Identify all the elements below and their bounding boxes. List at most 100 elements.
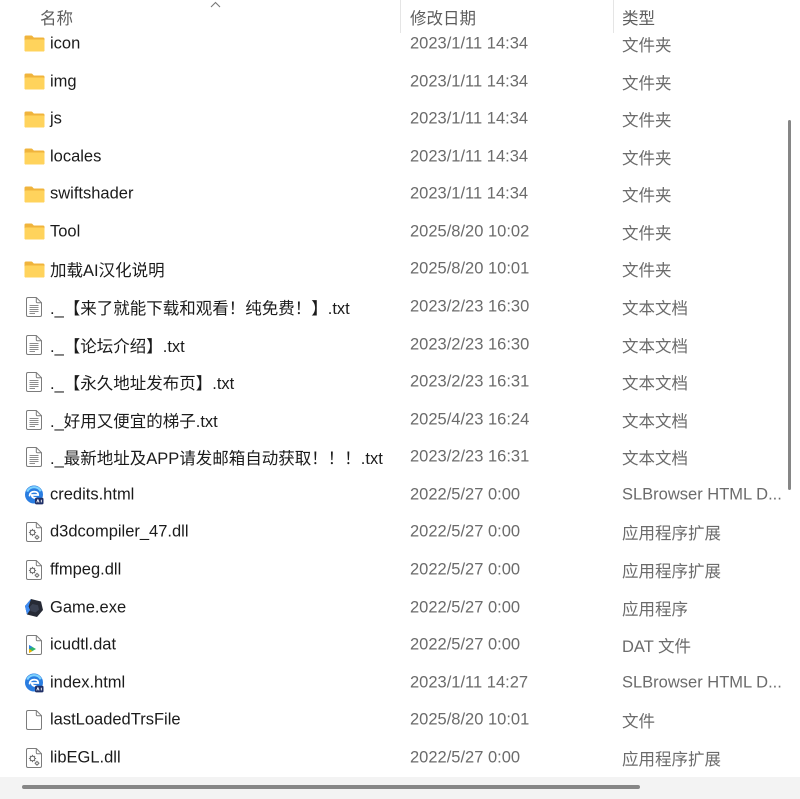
- file-name: ._【来了就能下载和观看！纯免费！】.txt: [50, 300, 350, 319]
- file-modified-date: 2023/1/11 14:27: [410, 673, 529, 692]
- slbrowser-icon: [23, 672, 45, 694]
- file-modified-date: 2025/8/20 10:01: [410, 710, 530, 729]
- file-name: img: [50, 72, 77, 91]
- file-modified-date: 2025/4/23 16:24: [410, 410, 530, 429]
- file-row[interactable]: 加载AI汉化说明 2025/8/20 10:01 文件夹: [0, 251, 786, 289]
- text-document-icon: [23, 296, 45, 318]
- file-row[interactable]: icudtl.dat 2022/5/27 0:00 DAT 文件: [0, 626, 786, 664]
- file-name: ._好用又便宜的梯子.txt: [50, 412, 218, 431]
- horizontal-scrollbar-thumb[interactable]: [22, 785, 640, 789]
- file-row[interactable]: ._【永久地址发布页】.txt 2023/2/23 16:31 文本文档: [0, 363, 786, 401]
- file-name: icudtl.dat: [50, 635, 117, 654]
- file-type: 文本文档: [622, 450, 688, 469]
- file-type: 应用程序扩展: [622, 563, 721, 582]
- file-name: ffmpeg.dll: [50, 560, 122, 579]
- file-type: DAT 文件: [622, 638, 692, 657]
- file-type: 文件夹: [622, 224, 672, 243]
- file-row[interactable]: swiftshader 2023/1/11 14:34 文件夹: [0, 176, 786, 214]
- dat-file-icon: [23, 634, 45, 656]
- file-name: icon: [50, 34, 81, 53]
- column-header-type-label: 类型: [622, 9, 655, 28]
- vertical-scrollbar[interactable]: [786, 0, 800, 777]
- file-modified-date: 2025/8/20 10:01: [410, 259, 530, 278]
- folder-icon: [23, 221, 45, 243]
- column-header-row: 名称 修改日期 类型: [0, 0, 786, 33]
- text-document-icon: [23, 371, 45, 393]
- file-modified-date: 2022/5/27 0:00: [410, 635, 521, 654]
- file-row[interactable]: ._【来了就能下载和观看！纯免费！】.txt 2023/2/23 16:30 文…: [0, 288, 786, 326]
- file-name: credits.html: [50, 485, 135, 504]
- file-modified-date: 2022/5/27 0:00: [410, 485, 521, 504]
- file-modified-date: 2023/1/11 14:34: [410, 72, 529, 91]
- file-row[interactable]: d3dcompiler_47.dll 2022/5/27 0:00 应用程序扩展: [0, 514, 786, 552]
- file-type: 文本文档: [622, 300, 688, 319]
- file-modified-date: 2023/1/11 14:34: [410, 109, 529, 128]
- file-modified-date: 2025/8/20 10:02: [410, 222, 530, 241]
- file-list: icon 2023/1/11 14:34 文件夹 img 2023/1/11 1…: [0, 25, 786, 777]
- file-row[interactable]: js 2023/1/11 14:34 文件夹: [0, 100, 786, 138]
- column-header-modified[interactable]: 修改日期: [401, 0, 613, 33]
- file-row[interactable]: ffmpeg.dll 2022/5/27 0:00 应用程序扩展: [0, 551, 786, 589]
- file-type: SLBrowser HTML D...: [622, 485, 782, 504]
- file-type: 应用程序扩展: [622, 525, 721, 544]
- file-type: 文件夹: [622, 74, 672, 93]
- file-name: ._最新地址及APP请发邮箱自动获取！！！.txt: [50, 450, 383, 469]
- file-type: 文件: [622, 713, 655, 732]
- dll-file-icon: [23, 521, 45, 543]
- file-name: libEGL.dll: [50, 748, 121, 767]
- file-modified-date: 2022/5/27 0:00: [410, 522, 521, 541]
- file-modified-date: 2022/5/27 0:00: [410, 560, 521, 579]
- file-name: locales: [50, 147, 102, 166]
- column-header-name[interactable]: 名称: [0, 0, 400, 33]
- column-header-type[interactable]: 类型: [614, 0, 786, 33]
- file-row[interactable]: credits.html 2022/5/27 0:00 SLBrowser HT…: [0, 476, 786, 514]
- game-exe-icon: [23, 597, 45, 619]
- column-header-modified-label: 修改日期: [410, 9, 476, 28]
- file-modified-date: 2023/1/11 14:34: [410, 184, 529, 203]
- file-type: 应用程序扩展: [622, 750, 721, 769]
- file-modified-date: 2022/5/27 0:00: [410, 598, 521, 617]
- vertical-scrollbar-thumb[interactable]: [788, 120, 791, 490]
- folder-icon: [23, 258, 45, 280]
- file-type: 文件夹: [622, 262, 672, 281]
- file-row[interactable]: index.html 2023/1/11 14:27 SLBrowser HTM…: [0, 664, 786, 702]
- text-document-icon: [23, 334, 45, 356]
- file-name: js: [50, 109, 62, 128]
- chevron-up-icon: [210, 1, 221, 8]
- blank-file-icon: [23, 709, 45, 731]
- file-row[interactable]: locales 2023/1/11 14:34 文件夹: [0, 138, 786, 176]
- file-type: 文本文档: [622, 337, 688, 356]
- file-type: 应用程序: [622, 600, 688, 619]
- slbrowser-icon: [23, 484, 45, 506]
- column-header-name-label: 名称: [40, 9, 73, 28]
- dll-file-icon: [23, 559, 45, 581]
- file-row[interactable]: libEGL.dll 2022/5/27 0:00 应用程序扩展: [0, 739, 786, 777]
- file-modified-date: 2023/1/11 14:34: [410, 147, 529, 166]
- file-type: SLBrowser HTML D...: [622, 673, 782, 692]
- text-document-icon: [23, 446, 45, 468]
- file-row[interactable]: ._好用又便宜的梯子.txt 2025/4/23 16:24 文本文档: [0, 401, 786, 439]
- file-type: 文件夹: [622, 149, 672, 168]
- file-name: swiftshader: [50, 184, 134, 203]
- file-name: Game.exe: [50, 598, 127, 617]
- file-row[interactable]: ._【论坛介绍】.txt 2023/2/23 16:30 文本文档: [0, 326, 786, 364]
- text-document-icon: [23, 409, 45, 431]
- file-modified-date: 2023/1/11 14:34: [410, 34, 529, 53]
- folder-icon: [23, 33, 45, 55]
- file-name: Tool: [50, 222, 81, 241]
- file-name: ._【论坛介绍】.txt: [50, 337, 185, 356]
- file-type: 文本文档: [622, 375, 688, 394]
- file-name: index.html: [50, 673, 126, 692]
- file-row[interactable]: img 2023/1/11 14:34 文件夹: [0, 63, 786, 101]
- file-modified-date: 2023/2/23 16:30: [410, 335, 530, 354]
- file-row[interactable]: ._最新地址及APP请发邮箱自动获取！！！.txt 2023/2/23 16:3…: [0, 439, 786, 477]
- file-name: 加载AI汉化说明: [50, 262, 165, 281]
- horizontal-scrollbar[interactable]: [0, 777, 800, 799]
- file-row[interactable]: Tool 2025/8/20 10:02 文件夹: [0, 213, 786, 251]
- file-modified-date: 2023/2/23 16:30: [410, 297, 530, 316]
- dll-file-icon: [23, 747, 45, 769]
- file-type: 文件夹: [622, 112, 672, 131]
- file-row[interactable]: lastLoadedTrsFile 2025/8/20 10:01 文件: [0, 702, 786, 740]
- file-row[interactable]: Game.exe 2022/5/27 0:00 应用程序: [0, 589, 786, 627]
- file-type: 文件夹: [622, 187, 672, 206]
